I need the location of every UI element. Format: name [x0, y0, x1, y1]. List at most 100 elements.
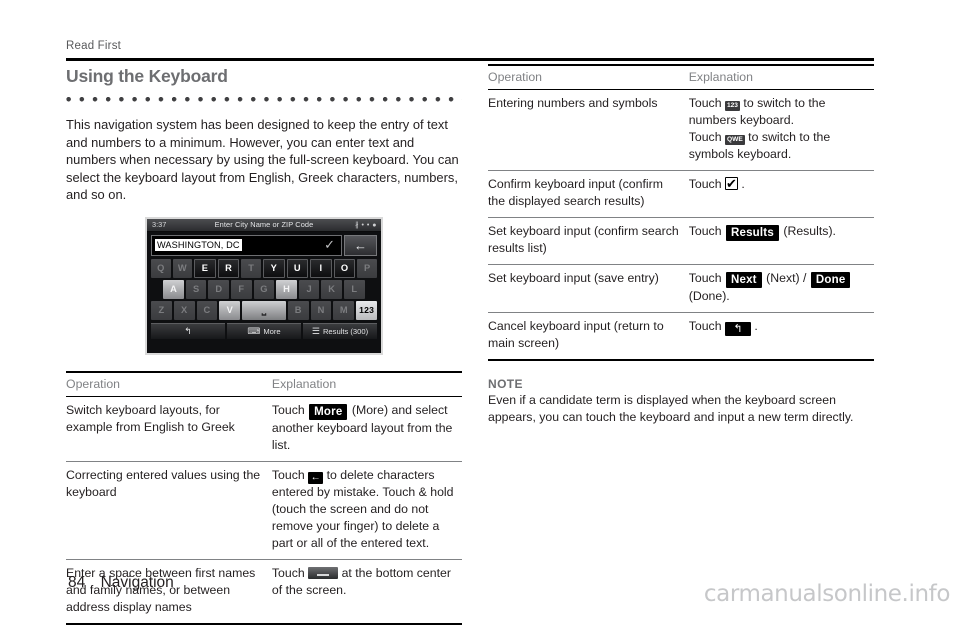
key-numbers-toggle[interactable]: 123	[356, 300, 378, 320]
note-body: Even if a candidate term is displayed wh…	[488, 393, 854, 425]
list-icon: ☰	[311, 325, 320, 336]
device-status-bar: 3:37 Enter City Name or ZIP Code ∦ • • ●	[147, 218, 381, 232]
key-p[interactable]: P	[357, 258, 377, 278]
key-x[interactable]: X	[173, 300, 195, 320]
column-header-explanation: Explanation	[688, 64, 874, 90]
key-t[interactable]: T	[241, 258, 261, 278]
table-row: Set keyboard input (save entry) Touch Ne…	[488, 264, 874, 314]
page-footer: 84 Navigation	[68, 574, 174, 592]
keyboard-screenshot-figure: 3:37 Enter City Name or ZIP Code ∦ • • ●…	[66, 216, 462, 355]
key-w[interactable]: W	[172, 258, 193, 278]
explanation-text: (Results).	[783, 224, 836, 238]
key-z[interactable]: Z	[151, 300, 172, 320]
more-key-badge: More	[309, 403, 348, 421]
keyboard-row2-right-spacer	[367, 280, 377, 299]
key-o[interactable]: O	[333, 258, 356, 278]
touch-word: Touch	[688, 177, 722, 191]
key-u[interactable]: U	[286, 258, 309, 278]
device-bottom-bar: ↰ ⌨ More ☰ Results (300)	[151, 322, 377, 339]
key-c[interactable]: C	[196, 300, 218, 320]
explanation-text: .	[741, 177, 745, 191]
operation-cell: Confirm keyboard input (confirm the disp…	[488, 170, 689, 218]
device-results-label: Results (300)	[322, 326, 369, 336]
key-d[interactable]: D	[208, 279, 230, 299]
key-y[interactable]: Y	[262, 258, 285, 278]
device-keyboard: Q W E R T Y U I O P A S D F G H J K L Z …	[151, 258, 378, 320]
device-back-button[interactable]: ↰	[151, 322, 225, 339]
table-row: Correcting entered values using the keyb…	[66, 461, 462, 561]
device-more-button[interactable]: ⌨ More	[227, 322, 301, 339]
right-column: Operation Explanation Entering numbers a…	[488, 64, 874, 426]
touch-word: Touch	[688, 96, 722, 110]
explanation-cell: Touch at the bottom center of the screen…	[271, 559, 462, 625]
intro-paragraph: This navigation system has been designed…	[66, 117, 459, 203]
symbols-key-badge: QWE	[724, 135, 745, 145]
operation-cell: Cancel keyboard input (return to main sc…	[488, 312, 689, 362]
key-q[interactable]: Q	[151, 258, 171, 278]
backspace-key-badge: ←	[308, 472, 324, 485]
operation-cell: Correcting entered values using the keyb…	[66, 461, 272, 561]
operation-cell: Switch keyboard layouts, for example fro…	[66, 396, 272, 463]
check-key-badge	[724, 175, 738, 192]
key-m[interactable]: M	[333, 300, 355, 320]
key-space[interactable]: ⎵	[242, 300, 286, 320]
key-g[interactable]: G	[253, 279, 275, 299]
key-r[interactable]: R	[217, 258, 240, 278]
device-status-icons: ∦ • • ●	[355, 221, 377, 229]
watermark: carmanualsonline.info	[703, 581, 951, 607]
numbers-key-badge: 123	[724, 101, 740, 111]
keyboard-row-3: Z X C V ⎵ B N M 123	[151, 300, 378, 320]
key-h[interactable]: H	[276, 279, 297, 299]
keyboard-row-1: Q W E R T Y U I O P	[151, 258, 377, 278]
device-entered-text: WASHINGTON, DC	[155, 239, 242, 252]
column-header-operation: Operation	[66, 370, 272, 397]
explanation-text: (Next) /	[766, 271, 807, 285]
key-v[interactable]: V	[219, 300, 241, 320]
key-i[interactable]: I	[310, 258, 332, 278]
touch-word: Touch	[271, 402, 305, 417]
touch-word: Touch	[688, 224, 722, 238]
touch-word: Touch	[688, 130, 722, 144]
folio-number: 84	[68, 574, 86, 591]
table-row: Cancel keyboard input (return to main sc…	[488, 312, 874, 362]
operations-table-right: Operation Explanation Entering numbers a…	[488, 64, 874, 362]
device-more-label: More	[263, 326, 281, 336]
next-key-badge: Next	[725, 272, 762, 289]
touch-word: Touch	[688, 271, 722, 285]
page-title: Using the Keyboard	[66, 66, 228, 86]
space-key-badge	[308, 567, 339, 580]
key-e[interactable]: E	[194, 258, 216, 278]
table-row: Set keyboard input (confirm search resul…	[488, 217, 874, 265]
explanation-text: (Done).	[688, 289, 730, 304]
folio-label: Navigation	[100, 574, 174, 591]
key-n[interactable]: N	[310, 300, 332, 320]
key-k[interactable]: K	[321, 279, 343, 299]
note-block: NOTE Even if a candidate term is display…	[488, 377, 874, 426]
table-row: Switch keyboard layouts, for example fro…	[66, 396, 462, 463]
explanation-cell: Touch More (More) and select another key…	[271, 396, 462, 463]
backspace-arrow-icon[interactable]: ←	[344, 234, 377, 256]
explanation-cell: Touch .	[688, 170, 874, 218]
table-row: Entering numbers and symbols Touch 123 t…	[488, 89, 874, 171]
key-s[interactable]: S	[185, 279, 207, 299]
device-text-field[interactable]: WASHINGTON, DC ✓	[151, 234, 342, 256]
key-b[interactable]: B	[287, 300, 309, 320]
device-results-button[interactable]: ☰ Results (300)	[303, 322, 377, 339]
keyboard-row-2: A S D F G H J K L	[151, 279, 377, 299]
device-screen: 3:37 Enter City Name or ZIP Code ∦ • • ●…	[147, 218, 381, 353]
key-f[interactable]: F	[231, 279, 252, 299]
operation-cell: Set keyboard input (confirm search resul…	[488, 217, 689, 265]
key-l[interactable]: L	[344, 279, 365, 299]
running-header: Read First	[66, 40, 122, 52]
operation-cell: Set keyboard input (save entry)	[488, 264, 689, 314]
explanation-cell: Touch Next (Next) / Done (Done).	[688, 264, 874, 314]
touch-word: Touch	[271, 566, 305, 581]
header-rule	[66, 58, 874, 61]
check-icon[interactable]: ✓	[324, 238, 335, 251]
device-input-row: WASHINGTON, DC ✓ ←	[151, 234, 377, 256]
table-header-row: Operation Explanation	[66, 370, 462, 397]
done-key-badge: Done	[810, 272, 851, 289]
key-j[interactable]: J	[298, 279, 320, 299]
device-content: WASHINGTON, DC ✓ ← Q W E R T Y U I O P A…	[147, 231, 381, 353]
key-a[interactable]: A	[163, 279, 184, 299]
